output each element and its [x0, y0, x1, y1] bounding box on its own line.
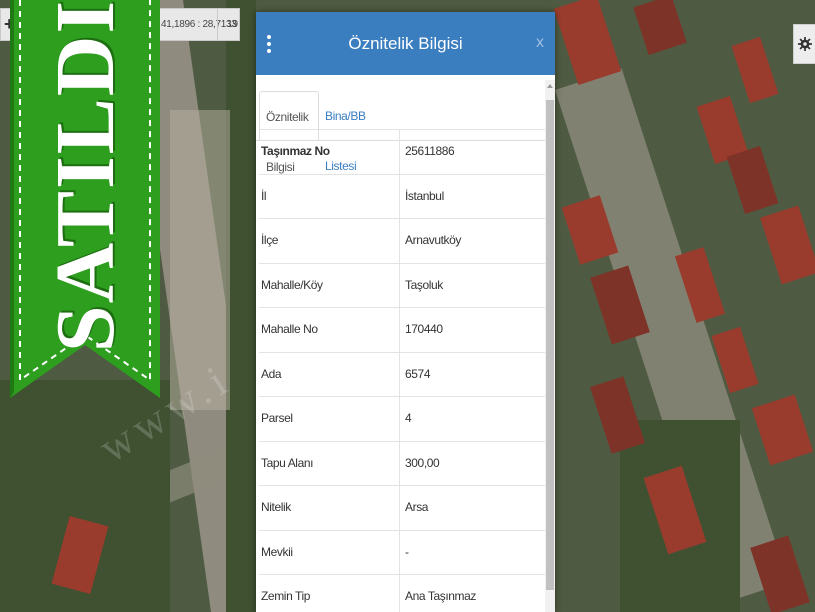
table-row: Nitelik Arsa: [259, 486, 545, 531]
attribute-value: Arnavutköy: [405, 233, 462, 247]
coordinate-readout: 41,1896 : 28,7133: [161, 19, 237, 30]
table-row: Ada 6574: [259, 352, 545, 397]
map-building: [750, 535, 810, 612]
map-building: [553, 0, 622, 85]
map-building: [731, 36, 779, 104]
attribute-panel: Öznitelik Bilgisi x Öznitelik Bilgisi Bi…: [256, 12, 555, 612]
attribute-value: 25611886: [405, 144, 455, 158]
attribute-value: 6574: [405, 366, 431, 381]
panel-header: Öznitelik Bilgisi x: [256, 12, 555, 75]
ribbon-label: SATILDI: [16, 0, 156, 352]
attribute-key: Mahalle No: [259, 308, 400, 352]
attribute-value: Taşoluk: [405, 277, 443, 292]
map-building: [760, 205, 815, 285]
scroll-up-icon[interactable]: [547, 84, 553, 88]
scrollbar-thumb[interactable]: [546, 100, 554, 590]
attribute-key: Nitelik: [259, 486, 400, 530]
table-row: Taşınmaz No 25611886: [259, 129, 545, 175]
sold-ribbon: SATILDI: [0, 0, 170, 400]
close-icon[interactable]: x: [536, 34, 544, 52]
map-building: [590, 376, 645, 454]
map-building: [751, 394, 814, 466]
attribute-table: Taşınmaz No 25611886 İl İstanbul İlçe Ar…: [259, 129, 545, 612]
table-row: Mahalle No 170440: [259, 308, 545, 353]
table-row: Tapu Alanı 300,00: [259, 441, 545, 486]
attribute-key: İlçe: [259, 219, 400, 263]
map-grass: [226, 0, 256, 612]
attribute-key: Tapu Alanı: [259, 441, 400, 485]
attribute-key: İl: [259, 174, 400, 218]
attribute-value: 4: [405, 411, 412, 425]
table-row: Zemin Tip Ana Taşınmaz: [259, 575, 545, 612]
attribute-value: 300,00: [405, 455, 440, 470]
attribute-value: 170440: [405, 322, 443, 336]
attribute-value: -: [405, 544, 409, 559]
table-row: İlçe Arnavutköy: [259, 219, 545, 264]
attribute-value: Arsa: [405, 500, 429, 514]
attribute-value: Ana Taşınmaz: [405, 589, 477, 603]
attribute-key: Mahalle/Köy: [259, 263, 400, 307]
attribute-key: Parsel: [259, 397, 400, 441]
gear-icon: [797, 37, 812, 51]
attribute-value: İstanbul: [405, 188, 444, 203]
zoom-level: 19: [227, 19, 239, 30]
table-row: Mevkii -: [259, 530, 545, 575]
attribute-key: Zemin Tip: [259, 575, 400, 612]
table-row: İl İstanbul: [259, 174, 545, 219]
map-building: [633, 0, 687, 55]
panel-title: Öznitelik Bilgisi: [348, 34, 463, 53]
table-row: Parsel 4: [259, 397, 545, 442]
coordinate-divider: [217, 9, 218, 40]
attribute-key: Mevkii: [259, 530, 400, 574]
map-building: [726, 146, 779, 214]
panel-scrollbar[interactable]: [545, 80, 555, 612]
attribute-key: Taşınmaz No: [259, 130, 400, 174]
attribute-key: Ada: [259, 352, 400, 396]
sold-label: SATILDI: [39, 0, 133, 352]
settings-button[interactable]: [793, 24, 815, 64]
table-row: Mahalle/Köy Taşoluk: [259, 263, 545, 308]
